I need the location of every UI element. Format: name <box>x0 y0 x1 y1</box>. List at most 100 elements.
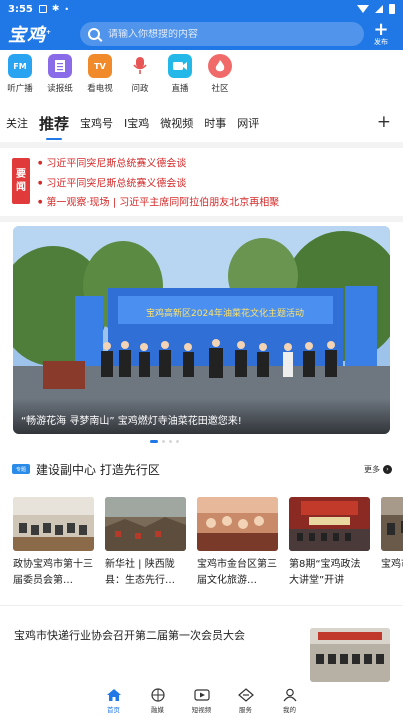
nav-label: 融媒 <box>151 706 164 714</box>
headline-item[interactable]: 第一观察·现场 | 习近平主席同阿拉伯朋友北京再相聚 <box>38 193 398 213</box>
card-title: 新华社 | 陕西陇县：生态先行… <box>105 559 175 586</box>
status-bar: 3:55 ✱ • <box>0 0 403 18</box>
service-icon <box>237 688 254 702</box>
hero-caption: “畅游花海 寻梦南山” 宝鸡燃灯寺油菜花田邀您来! <box>13 398 390 434</box>
card-thumbnail <box>197 497 278 551</box>
nav-label: 短视频 <box>191 706 212 714</box>
service-tv[interactable]: TV 看电视 <box>80 54 120 102</box>
community-icon <box>208 54 232 78</box>
topic-card[interactable]: 宝鸡市安全生… <box>381 497 403 597</box>
card-title: 第8期“宝鸡政法大讲堂”开讲 <box>289 559 361 586</box>
card-title: 宝鸡市金台区第三届文化旅游… <box>197 559 277 586</box>
radio-icon: FM <box>8 54 32 78</box>
nav-label: 服务 <box>239 706 252 714</box>
section-title[interactable]: 建设副中心 打造先行区 <box>36 461 160 478</box>
topic-card-list: 政协宝鸡市第十三届委员会第… 新华社 | 陕西陇县：生态先行… 宝鸡市金台区第三… <box>13 497 403 597</box>
home-icon <box>106 689 121 701</box>
publish-button[interactable]: + 发布 <box>367 19 395 47</box>
notification-icon <box>38 5 47 13</box>
search-input[interactable] <box>108 28 348 40</box>
topic-card[interactable]: 新华社 | 陕西陇县：生态先行… <box>105 497 186 597</box>
card-thumbnail <box>289 497 370 551</box>
nav-video[interactable]: 短视频 <box>190 688 214 714</box>
nav-service[interactable]: 服务 <box>234 688 258 714</box>
service-label: 看电视 <box>87 84 113 94</box>
media-icon <box>150 688 165 702</box>
stage-banner-text: 宝鸡高新区2024年油菜花文化主题活动 <box>146 307 304 319</box>
carousel-dot <box>169 440 172 443</box>
carousel-dot <box>162 440 165 443</box>
service-label: 问政 <box>131 84 149 94</box>
battery-icon <box>389 4 395 14</box>
service-shortcuts: FM 听广播 读报纸 TV 看电视 问政 直播 社区 <box>0 54 260 102</box>
tab-recommend[interactable]: 推荐 <box>39 113 69 140</box>
divider <box>0 605 403 606</box>
badge-top: 要 <box>16 169 26 180</box>
nav-label: 我的 <box>283 706 296 714</box>
top-header: 宝鸡+ + 发布 <box>0 18 403 50</box>
microphone-icon <box>128 54 152 78</box>
nav-profile[interactable]: 我的 <box>278 688 302 714</box>
nav-media[interactable]: 融媒 <box>146 688 170 714</box>
publish-label: 发布 <box>374 38 388 46</box>
channel-tabs: 关注 推荐 宝鸡号 I宝鸡 微视频 时事 网评 + <box>0 108 403 140</box>
service-label: 社区 <box>211 84 229 94</box>
article-item[interactable]: 宝鸡市快递行业协会召开第二届第一次会员大会 <box>14 620 394 682</box>
topic-section-header: 专题 建设副中心 打造先行区 更多 › <box>12 460 392 478</box>
service-radio[interactable]: FM 听广播 <box>0 54 40 102</box>
tab-micro-video[interactable]: 微视频 <box>160 115 193 131</box>
service-label: 听广播 <box>7 84 33 94</box>
nav-label: 首页 <box>107 706 120 714</box>
badge-bottom: 闻 <box>16 182 26 193</box>
more-label: 更多 <box>364 464 380 474</box>
search-bar[interactable] <box>80 22 364 46</box>
search-icon <box>88 28 100 40</box>
service-wenzheng[interactable]: 问政 <box>120 54 160 102</box>
newspaper-icon <box>48 54 72 78</box>
service-label: 直播 <box>171 84 189 94</box>
hero-banner[interactable]: 宝鸡高新区2024年油菜花文化主题活动 “畅游花海 寻梦南山” 宝鸡燃灯寺油菜花… <box>13 226 390 434</box>
card-thumbnail <box>105 497 186 551</box>
article-title: 宝鸡市快递行业协会召开第二届第一次会员大会 <box>14 629 245 642</box>
service-live[interactable]: 直播 <box>160 54 200 102</box>
card-title: 宝鸡市安全生… <box>381 559 403 570</box>
service-label: 读报纸 <box>47 84 73 94</box>
card-title: 政协宝鸡市第十三届委员会第… <box>13 559 93 586</box>
wifi-icon <box>357 5 369 13</box>
nav-home[interactable]: 首页 <box>102 688 126 714</box>
plus-icon: + <box>373 19 389 40</box>
topic-card[interactable]: 宝鸡市金台区第三届文化旅游… <box>197 497 278 597</box>
headlines-badge: 要 闻 <box>12 158 30 204</box>
tv-icon: TV <box>88 54 112 78</box>
headline-list: 习近平同突尼斯总统赛义德会谈 习近平同突尼斯总统赛义德会谈 第一观察·现场 | … <box>38 154 398 213</box>
camera-icon <box>168 54 192 78</box>
topic-card[interactable]: 第8期“宝鸡政法大讲堂”开讲 <box>289 497 370 597</box>
more-button[interactable]: 更多 › <box>364 464 392 475</box>
headline-item[interactable]: 习近平同突尼斯总统赛义德会谈 <box>38 154 398 174</box>
service-community[interactable]: 社区 <box>200 54 240 102</box>
app-logo[interactable]: 宝鸡+ <box>8 21 70 47</box>
tab-current-affairs[interactable]: 时事 <box>204 115 226 131</box>
card-thumbnail <box>13 497 94 551</box>
card-thumbnail <box>381 497 403 551</box>
chevron-right-icon: › <box>383 464 392 474</box>
divider <box>0 216 403 222</box>
tab-ibaoji[interactable]: I宝鸡 <box>124 115 149 131</box>
headline-item[interactable]: 习近平同突尼斯总统赛义德会谈 <box>38 174 398 194</box>
service-newspaper[interactable]: 读报纸 <box>40 54 80 102</box>
tab-baojihao[interactable]: 宝鸡号 <box>80 115 113 131</box>
article-thumbnail <box>310 628 390 682</box>
app-screen: 3:55 ✱ • 宝鸡+ + 发布 FM 听广播 <box>0 0 403 718</box>
carousel-dot <box>176 440 179 443</box>
tab-commentary[interactable]: 网评 <box>237 115 259 131</box>
tab-follow[interactable]: 关注 <box>6 115 28 131</box>
bug-icon: ✱ <box>51 4 60 14</box>
carousel-indicator <box>150 440 179 443</box>
dot-icon: • <box>64 4 70 14</box>
headlines-block: 要 闻 习近平同突尼斯总统赛义德会谈 习近平同突尼斯总统赛义德会谈 第一观察·现… <box>0 150 403 214</box>
signal-icon <box>375 5 383 13</box>
video-icon <box>193 689 210 701</box>
add-channel-button[interactable]: + <box>377 112 391 132</box>
topic-card[interactable]: 政协宝鸡市第十三届委员会第… <box>13 497 94 597</box>
bottom-navigation: 首页 融媒 短视频 服务 我的 <box>0 684 403 718</box>
